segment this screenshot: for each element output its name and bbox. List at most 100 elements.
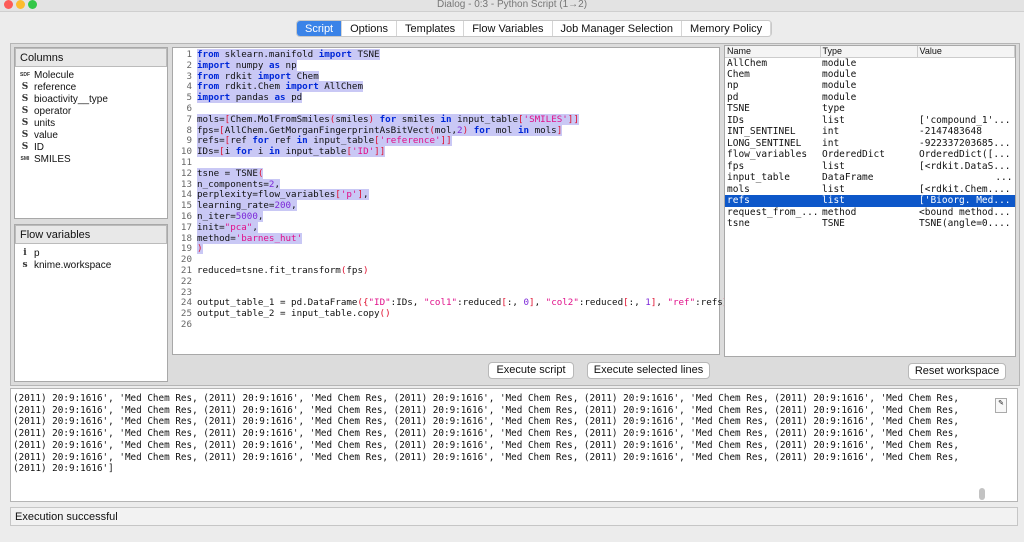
execute-selected-lines-button[interactable]: Execute selected lines xyxy=(587,362,710,379)
code-line[interactable]: IDs=[i for i in input_table['ID']] xyxy=(197,146,734,158)
list-item-label: SMILES xyxy=(34,153,71,165)
list-item[interactable]: Sbioactivity__type xyxy=(15,93,165,105)
s-type-icon: S xyxy=(21,82,29,92)
table-row[interactable]: IDs list ['compound_1'... xyxy=(725,115,1015,127)
table-cell: Chem xyxy=(727,68,750,80)
output-scrollbar[interactable] xyxy=(979,488,985,500)
list-item[interactable]: Sunits xyxy=(15,117,165,129)
table-cell: module xyxy=(822,80,857,92)
list-item[interactable]: S ID xyxy=(15,141,165,153)
table-row[interactable]: fps list [<rdkit.DataS... xyxy=(725,161,1015,173)
tab-templates[interactable]: Templates xyxy=(397,21,465,36)
list-item[interactable]: Svalue xyxy=(15,129,165,141)
flow-variables-list: i p s knime.workspace xyxy=(15,247,165,271)
code-line[interactable] xyxy=(197,158,734,169)
table-cell: mols xyxy=(727,183,750,195)
code-line[interactable] xyxy=(197,277,734,288)
workspace-table-panel: Name Type Value AllChem module Chem module np m… xyxy=(724,45,1016,357)
table-row[interactable]: TSNE type xyxy=(725,103,1015,115)
line-number: 12 xyxy=(180,167,192,179)
execute-script-button[interactable]: Execute script xyxy=(488,362,574,379)
code-line[interactable]: output_table_2 = input_table.copy() xyxy=(197,308,734,320)
list-item[interactable]: ip xyxy=(15,247,165,259)
column-header[interactable]: Type xyxy=(820,46,918,58)
flow-variables-header: Flow variables xyxy=(15,225,167,244)
table-cell: fps xyxy=(727,160,745,172)
list-item-label: ID xyxy=(34,141,44,153)
code-text[interactable]: from sklearn.manifold import TSNE import … xyxy=(197,49,734,331)
clear-output-icon[interactable]: ✎ xyxy=(995,398,1007,413)
table-cell: <bound method... xyxy=(919,206,1011,218)
column-header[interactable]: Name xyxy=(725,46,821,58)
code-line[interactable]: learning_rate=200, xyxy=(197,200,734,212)
table-cell: np xyxy=(727,80,739,92)
table-cell: DataFrame xyxy=(822,172,874,184)
tab-flow-variables[interactable]: Flow Variables xyxy=(464,21,553,36)
code-line[interactable]: method='barnes_hut' xyxy=(197,232,734,245)
list-item[interactable]: SMI SMILES xyxy=(15,153,165,165)
table-row[interactable]: INT_SENTINEL int -2147483648 xyxy=(725,126,1015,138)
table-cell: OrderedDict([... xyxy=(919,149,1011,161)
close-window-button[interactable] xyxy=(4,0,13,9)
table-row[interactable]: mols list [<rdkit.Chem.... xyxy=(725,184,1015,196)
table-row[interactable]: input_table DataFrame... xyxy=(725,172,1015,184)
zoom-window-button[interactable] xyxy=(28,0,37,9)
tab-script[interactable]: Script xyxy=(297,21,343,36)
table-cell: pd xyxy=(727,91,739,103)
tab-job-manager-selection[interactable]: Job Manager Selection xyxy=(553,21,683,36)
table-cell: input_table xyxy=(727,172,790,184)
table-cell: refs xyxy=(725,195,820,207)
list-item-label: reference xyxy=(34,81,77,93)
table-row[interactable]: pd module xyxy=(725,92,1015,104)
table-row[interactable]: Chem module xyxy=(725,69,1015,81)
line-number: 2 xyxy=(186,59,192,71)
table-cell: module xyxy=(822,57,857,69)
table-row[interactable]: AllChem module xyxy=(725,57,1015,69)
list-item[interactable]: SDF Molecule xyxy=(15,69,165,81)
code-line[interactable]: tsne = TSNE( xyxy=(197,167,734,180)
list-item[interactable]: s knime.workspace xyxy=(15,259,165,271)
table-row[interactable]: tsne TSNE TSNE(angle=0.... xyxy=(725,218,1015,230)
table-row[interactable]: np module xyxy=(725,80,1015,92)
code-line[interactable]: import pandas as pd xyxy=(197,92,734,104)
list-item-label: p xyxy=(34,247,40,259)
table-cell: ['compound_1'... xyxy=(919,114,1011,126)
code-line[interactable]: ) xyxy=(197,243,734,255)
list-item-label: value xyxy=(34,129,58,141)
line-number: 17 xyxy=(180,221,192,233)
tab-bar: Script Options Templates Flow Variables Job … xyxy=(296,20,773,37)
table-row[interactable]: refs list ['Bioorg. Med... xyxy=(725,195,1015,207)
table-cell: [<rdkit.DataS... xyxy=(919,160,1011,172)
code-line[interactable]: n_iter=5000, xyxy=(197,210,734,223)
line-number: 7 xyxy=(186,113,192,125)
table-row[interactable]: request_from_... method <bound method... xyxy=(725,207,1015,219)
table-row[interactable]: LONG_SENTINEL int -922337203685... xyxy=(725,138,1015,150)
table-cell: module xyxy=(822,68,857,80)
table-cell: LONG_SENTINEL xyxy=(727,137,802,149)
list-item[interactable]: Sreference xyxy=(15,81,165,93)
table-cell xyxy=(917,92,1015,104)
table-cell: TSNE(angle=0.... xyxy=(919,218,1011,230)
code-line[interactable]: reduced=tsne.fit_transform(fps) xyxy=(197,265,734,277)
reset-workspace-button[interactable]: Reset workspace xyxy=(908,363,1006,380)
table-cell xyxy=(917,57,1015,69)
column-header[interactable]: Value xyxy=(917,46,1015,58)
minimize-window-button[interactable] xyxy=(16,0,25,9)
output-text: (2011) 20:9:1616', 'Med Chem Res, (2011)… xyxy=(13,393,965,475)
table-cell: type xyxy=(822,103,845,115)
table-cell: method xyxy=(822,206,857,218)
list-item[interactable]: Soperator xyxy=(15,105,165,117)
code-line[interactable] xyxy=(197,320,734,331)
tab-options[interactable]: Options xyxy=(342,21,398,36)
table-cell: int xyxy=(822,126,840,138)
table-cell: TSNE xyxy=(727,103,750,115)
list-item-label: bioactivity__type xyxy=(34,93,108,105)
list-item-label: operator xyxy=(34,105,72,117)
table-cell: TSNE xyxy=(822,218,845,230)
table-cell: INT_SENTINEL xyxy=(727,126,796,138)
workspace-table: Name Type Value AllChem module Chem module np m… xyxy=(725,46,1015,230)
table-row[interactable]: flow_variables OrderedDict OrderedDict([..… xyxy=(725,149,1015,161)
line-number: 26 xyxy=(180,318,192,330)
table-cell: flow_variables xyxy=(727,149,808,161)
tab-memory-policy[interactable]: Memory Policy xyxy=(682,21,772,36)
